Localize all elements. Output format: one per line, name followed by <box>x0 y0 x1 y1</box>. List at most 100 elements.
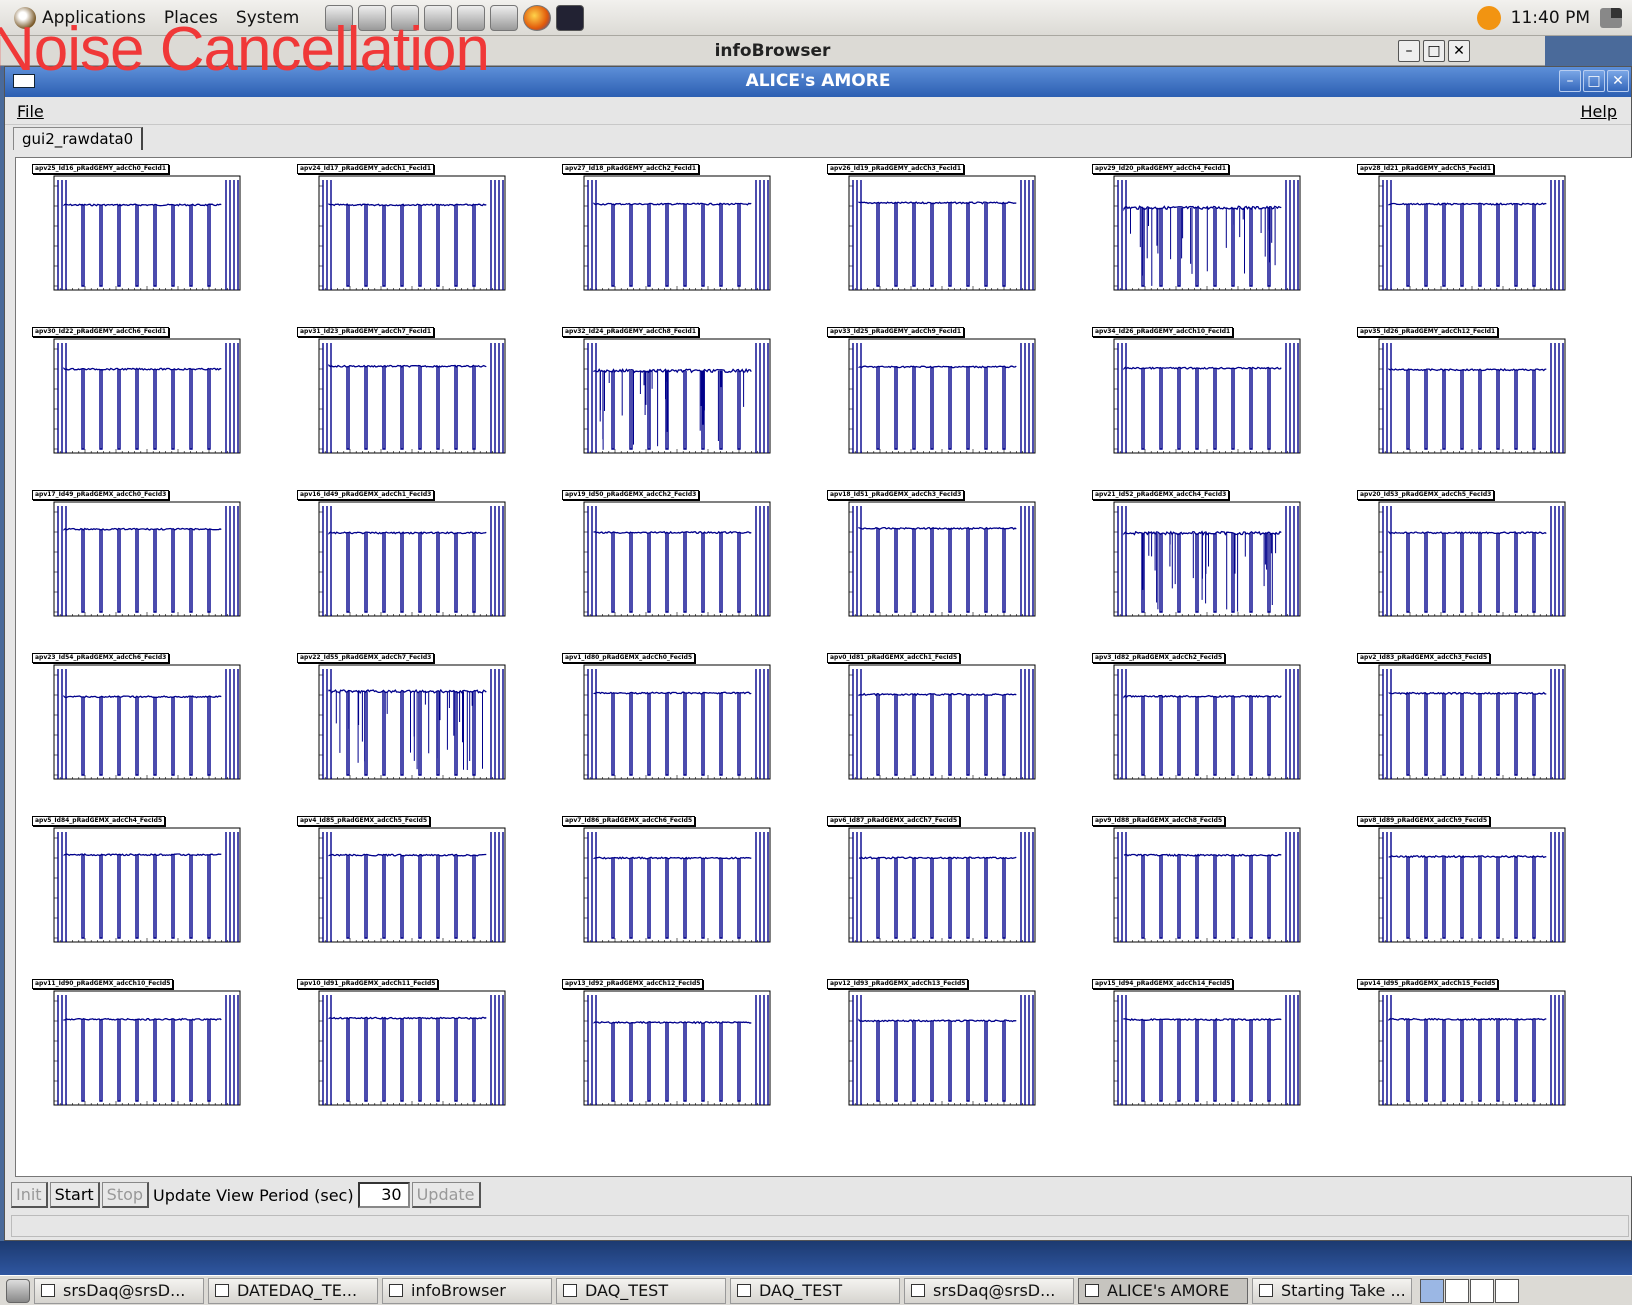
maximize-icon[interactable]: □ <box>1423 40 1445 62</box>
taskbar-button[interactable]: DAQ_TEST <box>730 1277 900 1304</box>
histogram-plot[interactable]: apv2_Id83_pRadGEMX_adcCh3_FecId5 <box>1355 653 1577 788</box>
histogram-plot[interactable]: apv24_Id17_pRadGEMY_adcCh1_FecId1 <box>295 164 517 299</box>
workspace-4[interactable] <box>1495 1278 1519 1303</box>
taskbar-button[interactable]: infoBrowser <box>382 1277 552 1304</box>
histogram-plot[interactable]: apv26_Id19_pRadGEMY_adcCh3_FecId1 <box>825 164 1047 299</box>
histogram-plot[interactable]: apv8_Id89_pRadGEMX_adcCh9_FecId5 <box>1355 816 1577 951</box>
histogram-plot[interactable]: apv14_Id95_pRadGEMX_adcCh15_FecId5 <box>1355 979 1577 1114</box>
taskbar-button-label: Starting Take ... <box>1281 1281 1406 1300</box>
plot-area <box>1378 338 1566 454</box>
taskbar-button[interactable]: ALICE's AMORE <box>1078 1277 1248 1304</box>
plot-area <box>318 338 506 454</box>
histogram-plot[interactable]: apv16_Id49_pRadGEMX_adcCh1_FecId3 <box>295 490 517 625</box>
clock[interactable]: 11:40 PM <box>1511 8 1590 28</box>
workspace-1[interactable] <box>1420 1278 1444 1303</box>
workspace-switcher[interactable] <box>1420 1278 1519 1303</box>
taskbar-button[interactable]: DATEDAQ_TE... <box>208 1277 378 1304</box>
pedestal-trace <box>328 203 487 207</box>
taskbar-button-label: srsDaq@srsD... <box>63 1281 186 1300</box>
histogram-plot[interactable]: apv21_Id52_pRadGEMX_adcCh4_FecId3 <box>1090 490 1312 625</box>
histogram-plot[interactable]: apv7_Id86_pRadGEMX_adcCh6_FecId5 <box>560 816 782 951</box>
plot-area <box>848 501 1036 617</box>
plot-area <box>53 990 241 1106</box>
histogram-plot[interactable]: apv12_Id93_pRadGEMX_adcCh13_FecId5 <box>825 979 1047 1114</box>
start-button[interactable]: Start <box>49 1182 100 1208</box>
minimize-icon[interactable]: – <box>1559 70 1581 92</box>
plot-title: apv24_Id17_pRadGEMY_adcCh1_FecId1 <box>297 164 435 174</box>
histogram-plot[interactable]: apv29_Id20_pRadGEMY_adcCh4_FecId1 <box>1090 164 1312 299</box>
plot-canvas[interactable]: apv25_Id16_pRadGEMY_adcCh0_FecId1 apv24_I… <box>15 157 1632 1177</box>
stop-button[interactable]: Stop <box>101 1182 150 1208</box>
histogram-plot[interactable]: apv10_Id91_pRadGEMX_adcCh11_FecId5 <box>295 979 517 1114</box>
plot-title: apv19_Id50_pRadGEMX_adcCh2_FecId3 <box>562 490 700 500</box>
histogram-plot[interactable]: apv22_Id55_pRadGEMX_adcCh7_FecId3 <box>295 653 517 788</box>
taskbar-button[interactable]: DAQ_TEST <box>556 1277 726 1304</box>
plot-area <box>848 175 1036 291</box>
histogram-plot[interactable]: apv25_Id16_pRadGEMY_adcCh0_FecId1 <box>30 164 252 299</box>
window-icon <box>1085 1284 1099 1297</box>
histogram-plot[interactable]: apv27_Id18_pRadGEMY_adcCh2_FecId1 <box>560 164 782 299</box>
plot-title: apv3_Id82_pRadGEMX_adcCh2_FecId5 <box>1092 653 1226 663</box>
histogram-plot[interactable]: apv0_Id81_pRadGEMX_adcCh1_FecId5 <box>825 653 1047 788</box>
histogram-plot[interactable]: apv31_Id23_pRadGEMY_adcCh7_FecId1 <box>295 327 517 462</box>
plot-area <box>53 338 241 454</box>
histogram-plot[interactable]: apv33_Id25_pRadGEMY_adcCh9_FecId1 <box>825 327 1047 462</box>
show-desktop-icon[interactable] <box>6 1278 30 1303</box>
histogram-plot[interactable]: apv18_Id51_pRadGEMX_adcCh3_FecId3 <box>825 490 1047 625</box>
histogram-plot[interactable]: apv34_Id26_pRadGEMY_adcCh10_FecId1 <box>1090 327 1312 462</box>
histogram-plot[interactable]: apv9_Id88_pRadGEMX_adcCh8_FecId5 <box>1090 816 1312 951</box>
maximize-icon[interactable]: □ <box>1583 70 1605 92</box>
update-button[interactable]: Update <box>411 1182 481 1208</box>
init-button[interactable]: Init <box>11 1182 48 1208</box>
histogram-plot[interactable]: apv6_Id87_pRadGEMX_adcCh7_FecId5 <box>825 816 1047 951</box>
taskbar-button-label: DAQ_TEST <box>585 1281 669 1300</box>
plot-area <box>848 990 1036 1106</box>
pedestal-trace <box>1388 854 1547 859</box>
network-tools-icon[interactable] <box>490 4 519 31</box>
window-icon <box>389 1284 403 1297</box>
histogram-plot[interactable]: apv23_Id54_pRadGEMX_adcCh6_FecId3 <box>30 653 252 788</box>
histogram-plot[interactable]: apv1_Id80_pRadGEMX_adcCh0_FecId5 <box>560 653 782 788</box>
window-icon <box>1259 1284 1273 1297</box>
menu-help[interactable]: Help <box>1581 102 1617 121</box>
close-icon[interactable]: ✕ <box>1448 40 1470 62</box>
histogram-plot[interactable]: apv35_Id26_pRadGEMY_adcCh12_FecId1 <box>1355 327 1577 462</box>
histogram-plot[interactable]: apv3_Id82_pRadGEMX_adcCh2_FecId5 <box>1090 653 1312 788</box>
taskbar-button[interactable]: Starting Take ... <box>1252 1277 1412 1304</box>
menubar: File Help <box>5 97 1631 125</box>
workspace-3[interactable] <box>1470 1278 1494 1303</box>
firefox-icon[interactable] <box>523 4 552 31</box>
plot-title: apv4_Id85_pRadGEMX_adcCh5_FecId5 <box>297 816 431 826</box>
plot-area <box>848 827 1036 943</box>
close-icon[interactable]: ✕ <box>1607 70 1629 92</box>
histogram-plot[interactable]: apv4_Id85_pRadGEMX_adcCh5_FecId5 <box>295 816 517 951</box>
histogram-plot[interactable]: apv17_Id49_pRadGEMX_adcCh0_FecId3 <box>30 490 252 625</box>
tab-gui2-rawdata0[interactable]: gui2_rawdata0 <box>13 127 144 150</box>
terminal-icon[interactable] <box>556 4 585 31</box>
histogram-plot[interactable]: apv13_Id92_pRadGEMX_adcCh12_FecId5 <box>560 979 782 1114</box>
plot-title: apv1_Id80_pRadGEMX_adcCh0_FecId5 <box>562 653 696 663</box>
minimize-icon[interactable]: – <box>1398 40 1420 62</box>
plot-area <box>1378 827 1566 943</box>
plot-title: apv9_Id88_pRadGEMX_adcCh8_FecId5 <box>1092 816 1226 826</box>
menu-file[interactable]: File <box>17 102 44 121</box>
histogram-plot[interactable]: apv30_Id22_pRadGEMY_adcCh6_FecId1 <box>30 327 252 462</box>
histogram-plot[interactable]: apv5_Id84_pRadGEMX_adcCh4_FecId5 <box>30 816 252 951</box>
histogram-plot[interactable]: apv20_Id53_pRadGEMX_adcCh5_FecId3 <box>1355 490 1577 625</box>
plot-area <box>583 175 771 291</box>
histogram-plot[interactable]: apv11_Id90_pRadGEMX_adcCh10_FecId5 <box>30 979 252 1114</box>
histogram-plot[interactable]: apv32_Id24_pRadGEMY_adcCh8_FecId1 <box>560 327 782 462</box>
plot-title: apv32_Id24_pRadGEMY_adcCh8_FecId1 <box>562 327 700 337</box>
period-input[interactable]: 30 <box>357 1182 410 1208</box>
histogram-plot[interactable]: apv28_Id21_pRadGEMY_adcCh5_FecId1 <box>1355 164 1577 299</box>
histogram-plot[interactable]: apv19_Id50_pRadGEMX_adcCh2_FecId3 <box>560 490 782 625</box>
histogram-plot[interactable]: apv15_Id94_pRadGEMX_adcCh14_FecId5 <box>1090 979 1312 1114</box>
plot-area <box>583 664 771 780</box>
taskbar-button[interactable]: srsDaq@srsD... <box>904 1277 1074 1304</box>
plot-title: apv31_Id23_pRadGEMY_adcCh7_FecId1 <box>297 327 435 337</box>
taskbar-button[interactable]: srsDaq@srsD... <box>34 1277 204 1304</box>
volume-icon[interactable] <box>1600 8 1622 28</box>
taskbar-button-label: DAQ_TEST <box>759 1281 843 1300</box>
workspace-2[interactable] <box>1445 1278 1469 1303</box>
update-notifier-icon[interactable] <box>1476 6 1501 30</box>
